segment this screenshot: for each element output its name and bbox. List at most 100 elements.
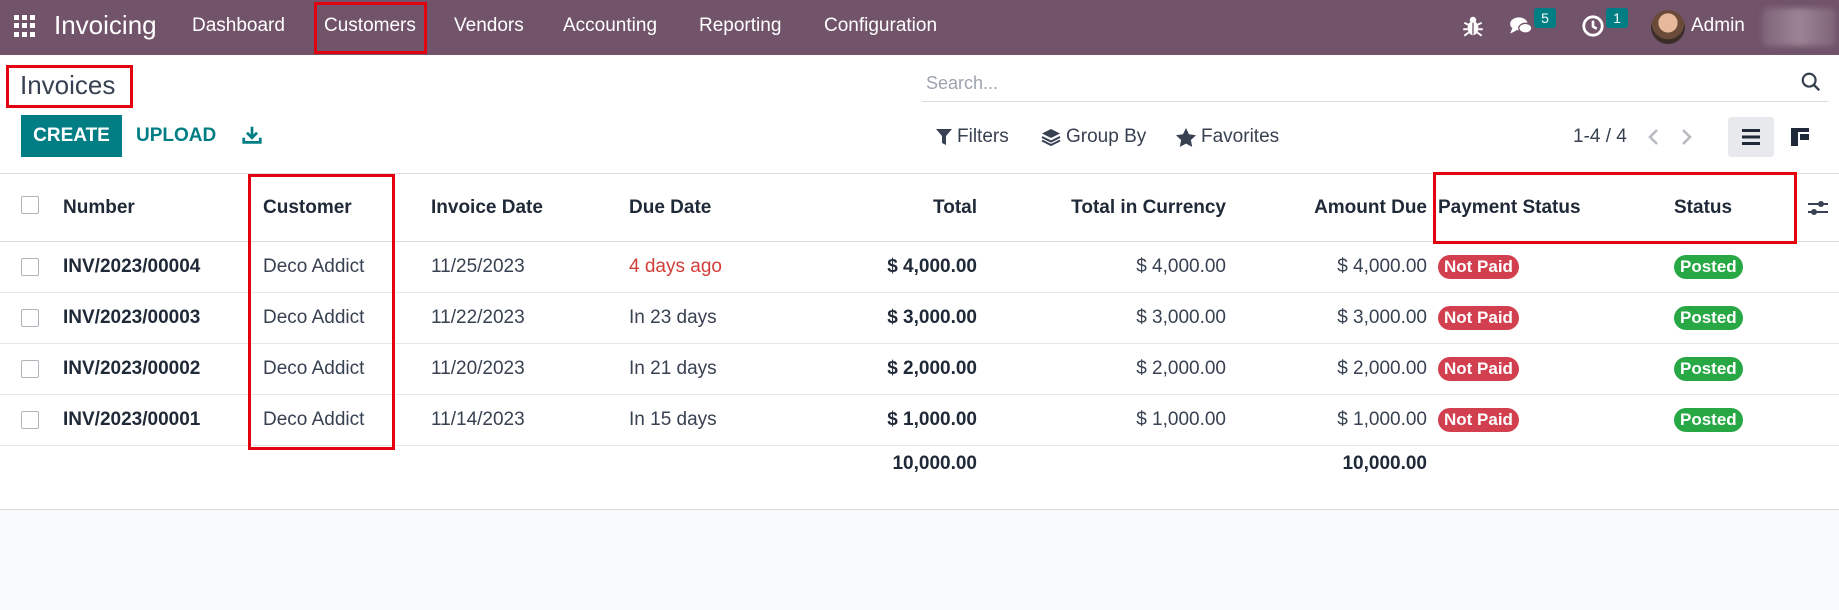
status-cell: Posted — [1674, 344, 1743, 394]
column-header-invoice-date[interactable]: Invoice Date — [431, 174, 543, 242]
search-input[interactable] — [924, 67, 1778, 99]
menu-configuration[interactable]: Configuration — [824, 14, 937, 38]
control-panel: Invoices CREATE UPLOAD Filters Group By … — [0, 55, 1839, 174]
customer-name: Deco Addict — [263, 409, 365, 430]
messages-badge: 5 — [1534, 8, 1556, 28]
pager-value[interactable]: 1-4 / 4 — [1573, 125, 1627, 149]
customer-name: Deco Addict — [263, 358, 365, 379]
total-in-currency: $ 2,000.00 — [1136, 358, 1226, 379]
filters-button[interactable]: Filters — [936, 125, 1009, 149]
search-icon[interactable] — [1800, 71, 1822, 93]
group-by-label: Group By — [1066, 126, 1147, 147]
payment-status-badge: Not Paid — [1438, 356, 1519, 381]
invoice-date: 11/14/2023 — [431, 409, 525, 430]
row-checkbox[interactable] — [21, 258, 39, 276]
column-header-number[interactable]: Number — [63, 174, 135, 242]
menu-dashboard[interactable]: Dashboard — [192, 14, 285, 38]
favorites-label: Favorites — [1201, 126, 1280, 147]
kanban-view-button[interactable] — [1780, 117, 1820, 157]
invoice-total: $ 3,000.00 — [887, 307, 977, 328]
menu-vendors[interactable]: Vendors — [454, 14, 524, 38]
column-settings-icon[interactable] — [1806, 196, 1830, 220]
table-row[interactable]: INV/2023/00004 Deco Addict 11/25/2023 4 … — [0, 242, 1839, 293]
invoice-number: INV/2023/00004 — [63, 256, 201, 277]
user-name[interactable]: Admin — [1691, 14, 1745, 38]
total-in-currency: $ 4,000.00 — [1136, 256, 1226, 277]
chevron-left-icon[interactable] — [1645, 126, 1663, 148]
invoice-total: $ 4,000.00 — [887, 256, 977, 277]
app-name[interactable]: Invoicing — [54, 9, 157, 41]
payment-status-cell: Not Paid — [1438, 242, 1519, 292]
user-avatar[interactable] — [1651, 10, 1685, 44]
status-cell: Posted — [1674, 395, 1743, 445]
customer-name: Deco Addict — [263, 256, 365, 277]
page-title: Invoices — [20, 70, 116, 100]
due-date: In 23 days — [629, 307, 717, 328]
payment-status-badge: Not Paid — [1438, 305, 1519, 330]
amount-due: $ 2,000.00 — [1337, 358, 1427, 379]
invoice-date: 11/25/2023 — [431, 256, 525, 277]
favorites-button[interactable]: Favorites — [1176, 125, 1279, 149]
due-date: In 21 days — [629, 358, 717, 379]
menu-reporting[interactable]: Reporting — [699, 14, 781, 38]
bug-icon[interactable] — [1460, 13, 1486, 39]
star-icon — [1176, 127, 1196, 147]
table-row[interactable]: INV/2023/00002 Deco Addict 11/20/2023 In… — [0, 344, 1839, 395]
payment-status-cell: Not Paid — [1438, 293, 1519, 343]
footer-amount-due: 10,000.00 — [1342, 453, 1427, 474]
status-cell: Posted — [1674, 242, 1743, 292]
due-date: In 15 days — [629, 409, 717, 430]
kanban-view-icon — [1791, 128, 1809, 146]
footer-total: 10,000.00 — [892, 453, 977, 474]
column-header-status[interactable]: Status — [1674, 174, 1732, 242]
column-header-total[interactable]: Total — [800, 174, 977, 242]
list-view-icon — [1742, 129, 1760, 145]
payment-status-badge: Not Paid — [1438, 254, 1519, 279]
invoice-number: INV/2023/00002 — [63, 358, 201, 379]
amount-due: $ 3,000.00 — [1337, 307, 1427, 328]
customer-name: Deco Addict — [263, 307, 365, 328]
group-by-button[interactable]: Group By — [1041, 125, 1146, 149]
invoice-total: $ 2,000.00 — [887, 358, 977, 379]
select-all-checkbox[interactable] — [21, 196, 39, 214]
row-checkbox[interactable] — [21, 360, 39, 378]
row-checkbox[interactable] — [21, 309, 39, 327]
column-header-payment-status[interactable]: Payment Status — [1438, 174, 1581, 242]
invoice-number: INV/2023/00003 — [63, 307, 201, 328]
clock-icon[interactable] — [1580, 13, 1606, 39]
column-header-total-in-currency[interactable]: Total in Currency — [1000, 174, 1226, 242]
blurred-company-switcher — [1762, 8, 1836, 46]
payment-status-cell: Not Paid — [1438, 344, 1519, 394]
activities-badge: 1 — [1606, 8, 1628, 28]
invoice-number: INV/2023/00001 — [63, 409, 201, 430]
download-icon[interactable] — [241, 124, 263, 146]
create-button[interactable]: CREATE — [21, 115, 122, 157]
invoice-date: 11/20/2023 — [431, 358, 525, 379]
status-cell: Posted — [1674, 293, 1743, 343]
payment-status-badge: Not Paid — [1438, 407, 1519, 432]
amount-due: $ 4,000.00 — [1337, 256, 1427, 277]
amount-due: $ 1,000.00 — [1337, 409, 1427, 430]
list-view-button[interactable] — [1728, 117, 1774, 157]
menu-customers[interactable]: Customers — [324, 14, 416, 38]
status-badge: Posted — [1674, 305, 1743, 330]
invoice-date: 11/22/2023 — [431, 307, 525, 328]
chat-icon[interactable] — [1508, 13, 1534, 39]
payment-status-cell: Not Paid — [1438, 395, 1519, 445]
invoice-list-table: Number Customer Invoice Date Due Date To… — [0, 174, 1839, 510]
layers-icon — [1041, 129, 1061, 146]
column-header-customer[interactable]: Customer — [263, 174, 352, 242]
row-checkbox[interactable] — [21, 411, 39, 429]
invoice-total: $ 1,000.00 — [887, 409, 977, 430]
table-row[interactable]: INV/2023/00001 Deco Addict 11/14/2023 In… — [0, 395, 1839, 446]
upload-button[interactable]: UPLOAD — [136, 115, 216, 157]
apps-grid-icon[interactable] — [14, 15, 36, 37]
menu-accounting[interactable]: Accounting — [563, 14, 657, 38]
due-date: 4 days ago — [629, 256, 722, 277]
search-bar — [922, 63, 1828, 102]
chevron-right-icon[interactable] — [1677, 126, 1695, 148]
column-header-amount-due[interactable]: Amount Due — [1240, 174, 1427, 242]
table-row[interactable]: INV/2023/00003 Deco Addict 11/22/2023 In… — [0, 293, 1839, 344]
column-header-due-date[interactable]: Due Date — [629, 174, 711, 242]
status-badge: Posted — [1674, 407, 1743, 432]
